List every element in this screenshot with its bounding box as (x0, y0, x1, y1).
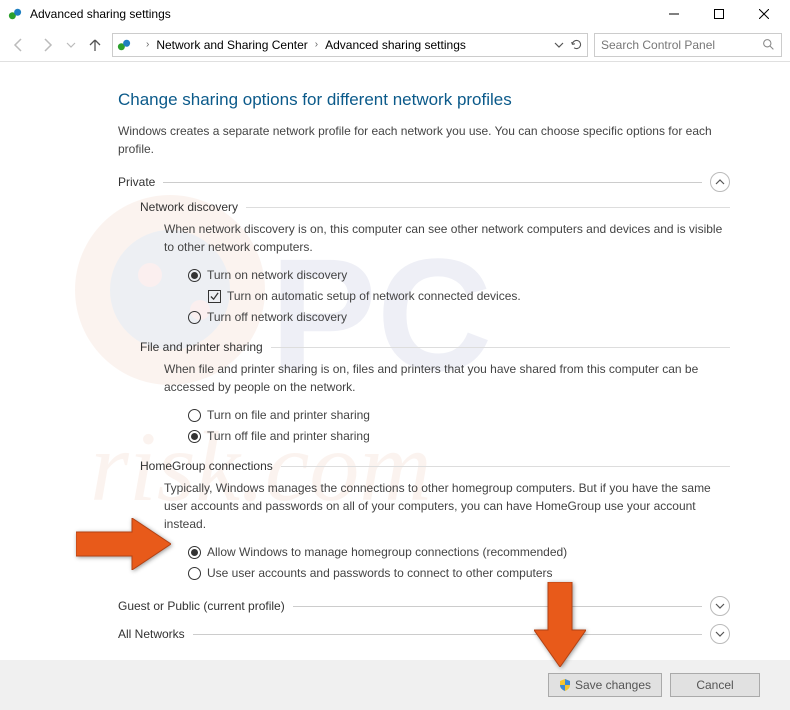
chevron-right-icon: › (146, 39, 149, 50)
chevron-down-icon[interactable] (710, 624, 730, 644)
refresh-icon[interactable] (570, 38, 583, 51)
radio-nd-off[interactable]: Turn off network discovery (188, 308, 730, 326)
chevron-down-icon[interactable] (710, 596, 730, 616)
page-intro: Windows creates a separate network profi… (118, 122, 730, 158)
shield-icon (559, 679, 571, 691)
checkbox-icon (208, 290, 221, 303)
save-changes-button[interactable]: Save changes (548, 673, 662, 697)
radio-nd-on[interactable]: Turn on network discovery (188, 266, 730, 284)
annotation-arrow-right (76, 518, 171, 573)
section-file-printer: File and printer sharing When file and p… (140, 340, 730, 445)
address-bar[interactable]: › Network and Sharing Center › Advanced … (112, 33, 588, 57)
radio-hg-allow[interactable]: Allow Windows to manage homegroup connec… (188, 543, 730, 561)
close-button[interactable] (741, 0, 786, 28)
profile-all-header[interactable]: All Networks (118, 624, 730, 644)
section-desc: Typically, Windows manages the connectio… (164, 479, 730, 533)
section-desc: When network discovery is on, this compu… (164, 220, 730, 256)
annotation-arrow-down (534, 582, 586, 670)
radio-hg-user[interactable]: Use user accounts and passwords to conne… (188, 564, 730, 582)
page-heading: Change sharing options for different net… (118, 90, 730, 110)
section-title: Network discovery (140, 200, 238, 214)
search-placeholder: Search Control Panel (601, 38, 715, 52)
footer-bar: Save changes Cancel (0, 660, 790, 710)
breadcrumb-network[interactable]: Network and Sharing Center (156, 38, 307, 52)
cancel-button[interactable]: Cancel (670, 673, 760, 697)
checkbox-nd-auto[interactable]: Turn on automatic setup of network conne… (208, 287, 730, 305)
section-homegroup: HomeGroup connections Typically, Windows… (140, 459, 730, 582)
profile-all-label: All Networks (118, 627, 185, 641)
section-title: File and printer sharing (140, 340, 263, 354)
control-panel-icon (8, 7, 22, 21)
window-title: Advanced sharing settings (30, 7, 651, 21)
section-title: HomeGroup connections (140, 459, 273, 473)
chevron-down-icon[interactable] (554, 40, 564, 50)
radio-icon (188, 409, 201, 422)
profile-guest-label: Guest or Public (current profile) (118, 599, 285, 613)
recent-dropdown[interactable] (64, 34, 78, 56)
radio-fp-off[interactable]: Turn off file and printer sharing (188, 427, 730, 445)
maximize-button[interactable] (696, 0, 741, 28)
minimize-button[interactable] (651, 0, 696, 28)
nav-toolbar: › Network and Sharing Center › Advanced … (0, 28, 790, 62)
control-panel-icon (117, 38, 131, 52)
up-button[interactable] (84, 34, 106, 56)
radio-icon (188, 567, 201, 580)
profile-guest-header[interactable]: Guest or Public (current profile) (118, 596, 730, 616)
chevron-up-icon[interactable] (710, 172, 730, 192)
radio-icon (188, 430, 201, 443)
radio-icon (188, 546, 201, 559)
search-icon (762, 38, 775, 51)
radio-icon (188, 311, 201, 324)
profile-private-label: Private (118, 175, 155, 189)
search-input[interactable]: Search Control Panel (594, 33, 782, 57)
forward-button[interactable] (36, 34, 58, 56)
section-desc: When file and printer sharing is on, fil… (164, 360, 730, 396)
breadcrumb-advanced[interactable]: Advanced sharing settings (325, 38, 466, 52)
radio-icon (188, 269, 201, 282)
window-titlebar: Advanced sharing settings (0, 0, 790, 28)
section-network-discovery: Network discovery When network discovery… (140, 200, 730, 326)
chevron-right-icon: › (315, 39, 318, 50)
profile-private-header[interactable]: Private (118, 172, 730, 192)
radio-fp-on[interactable]: Turn on file and printer sharing (188, 406, 730, 424)
back-button[interactable] (8, 34, 30, 56)
